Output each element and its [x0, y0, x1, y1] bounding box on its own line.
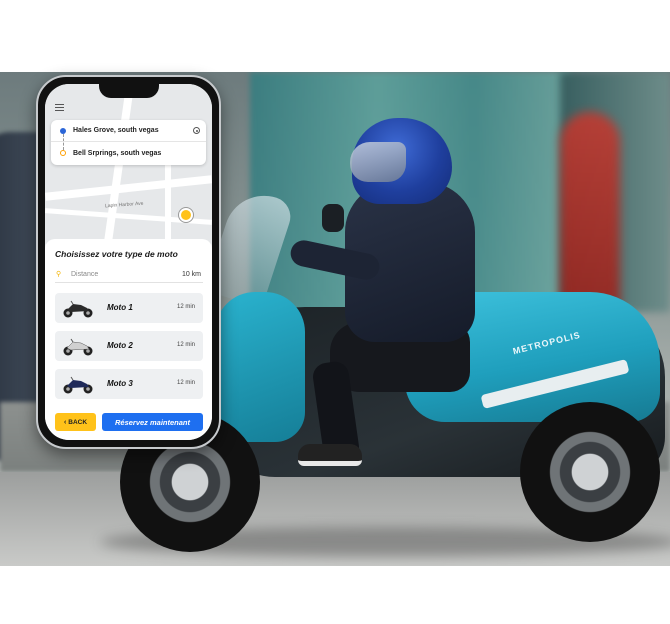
reserve-button-label: Réservez maintenant — [114, 417, 191, 427]
moto-name: Moto 3 — [107, 379, 133, 388]
map-view[interactable]: Lapin Harbor Ave Hales Grove, south vega… — [45, 84, 212, 244]
sheet-title: Choisissez votre type de moto — [55, 249, 178, 259]
destination-field[interactable]: Bell Srprings, south vegas — [51, 142, 206, 164]
moto-option-1[interactable]: Moto 1 12 min — [55, 293, 203, 323]
distance-row: ⚲ Distance 10 km — [55, 267, 203, 283]
back-button-label: BACK — [68, 418, 88, 426]
motorcycle-icon — [63, 376, 93, 394]
scooter-mirror — [322, 204, 344, 232]
distance-label: Distance — [71, 271, 99, 278]
phone-frame: Lapin Harbor Ave Hales Grove, south vega… — [36, 75, 221, 449]
moto-name: Moto 2 — [107, 341, 133, 350]
back-button[interactable]: ‹ BACK — [55, 413, 96, 431]
motorcycle-icon — [63, 300, 93, 318]
phone-screen: Lapin Harbor Ave Hales Grove, south vega… — [45, 84, 212, 440]
background-pedestrian — [560, 112, 620, 312]
map-street-label: Lapin Harbor Ave — [104, 200, 144, 210]
locate-target-icon[interactable] — [193, 127, 200, 134]
motorcycle-icon — [63, 338, 93, 356]
route-card: Hales Grove, south vegas Bell Srprings, … — [51, 120, 206, 165]
moto-eta: 12 min — [176, 342, 195, 348]
rider-shoe — [298, 444, 362, 466]
reserve-now-button[interactable]: Réservez maintenant — [102, 413, 203, 431]
phone-notch — [99, 84, 159, 98]
map-road — [45, 175, 212, 201]
origin-text: Hales Grove, south vegas — [73, 127, 159, 134]
location-pin-icon: ⚲ — [56, 271, 62, 278]
moto-name: Moto 1 — [107, 303, 133, 312]
scooter-front-panel — [215, 292, 305, 442]
moto-selection-sheet: Choisissez votre type de moto ⚲ Distance… — [45, 239, 212, 440]
moto-eta: 12 min — [176, 304, 195, 310]
moto-eta: 12 min — [176, 380, 195, 386]
menu-icon[interactable] — [55, 104, 64, 111]
distance-value: 10 km — [181, 271, 201, 278]
helmet-visor — [350, 142, 406, 182]
chevron-left-icon: ‹ — [63, 418, 67, 426]
origin-field[interactable]: Hales Grove, south vegas — [51, 120, 206, 142]
destination-text: Bell Srprings, south vegas — [73, 149, 162, 157]
moto-option-2[interactable]: Moto 2 12 min — [55, 331, 203, 361]
moto-option-3[interactable]: Moto 3 12 min — [55, 369, 203, 399]
scooter-rear-wheel — [520, 402, 660, 542]
map-pin-icon — [179, 208, 193, 222]
